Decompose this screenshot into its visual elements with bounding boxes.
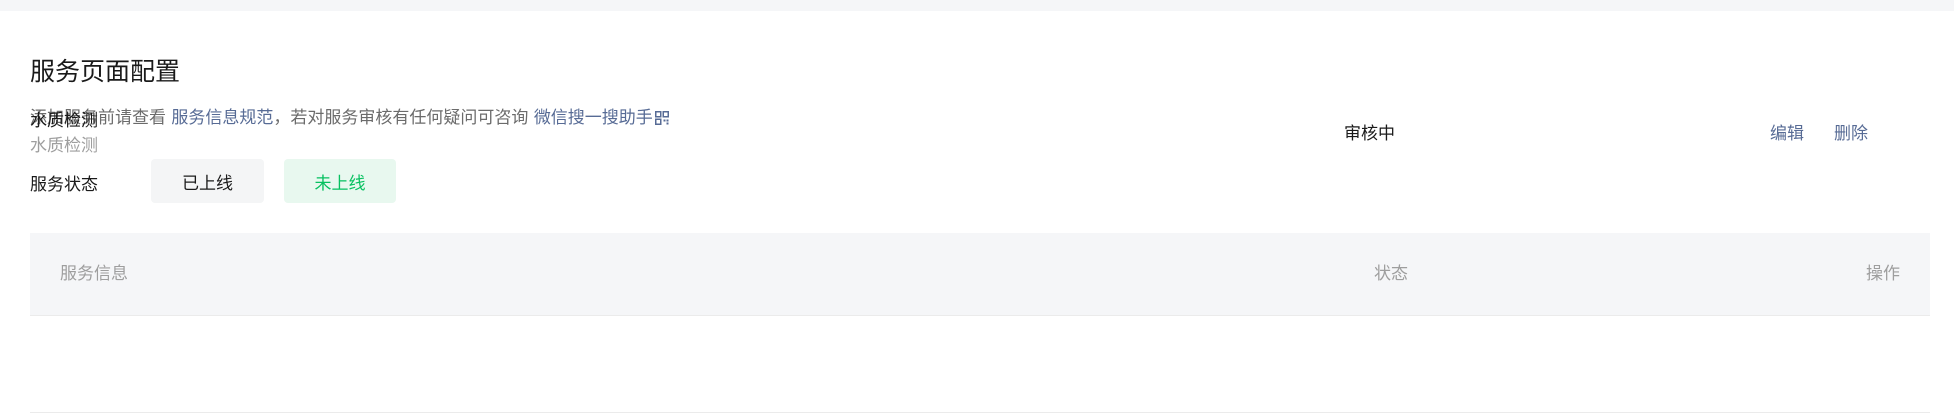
column-header-service-info: 服务信息: [60, 264, 128, 284]
service-status: 审核中: [1344, 124, 1395, 144]
service-table: 服务信息 状态 操作: [30, 233, 1930, 413]
edit-button[interactable]: 编辑: [1770, 119, 1804, 144]
service-spec-link[interactable]: 服务信息规范: [171, 108, 273, 128]
search-assistant-link[interactable]: 微信搜一搜助手: [534, 108, 669, 128]
service-subtitle: 水质检测: [30, 136, 98, 156]
top-strip: [0, 0, 1954, 11]
search-assistant-label: 微信搜一搜助手: [533, 108, 653, 128]
table-row: [30, 316, 1930, 413]
column-header-actions: 操作: [1866, 264, 1900, 284]
filter-online-button[interactable]: 已上线: [151, 159, 264, 203]
page-description: 添加服务前请查看 服务信息规范，若对服务审核有任何疑问可咨询 微信搜一搜助手: [30, 103, 669, 130]
column-header-status: 状态: [1374, 264, 1408, 284]
delete-button[interactable]: 删除: [1834, 119, 1868, 144]
filter-offline-button[interactable]: 未上线: [284, 159, 396, 203]
service-status-label: 服务状态: [30, 175, 98, 195]
page-title: 服务页面配置: [30, 57, 181, 86]
service-name: 水质检测: [30, 111, 98, 131]
qrcode-icon[interactable]: [654, 110, 669, 130]
table-header: 服务信息 状态 操作: [30, 233, 1930, 316]
desc-middle: ，若对服务审核有任何疑问可咨询: [273, 108, 529, 128]
